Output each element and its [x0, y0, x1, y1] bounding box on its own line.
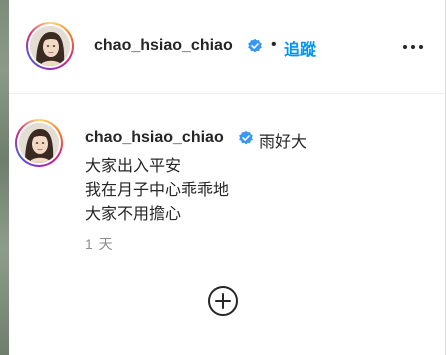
comment-avatar[interactable] [15, 119, 63, 167]
post-header: chao_hsiao_chiao • 追蹤 [9, 0, 445, 94]
avatar-image [30, 26, 70, 66]
plus-circle-icon[interactable] [207, 285, 239, 317]
follow-button[interactable]: 追蹤 [284, 36, 316, 60]
avatar-gap [17, 121, 61, 165]
caption-line: 大家出入平安 [85, 158, 182, 175]
instagram-post-panel: chao_hsiao_chiao • 追蹤 chao_hsiao_chiao 雨… [0, 0, 446, 355]
avatar-portrait [30, 26, 70, 66]
verified-badge-icon [248, 38, 262, 53]
caption-line: 大家不用擔心 [85, 206, 182, 223]
caption-line: 我在月子中心乖乖地 [85, 182, 230, 199]
avatar-image [19, 123, 59, 163]
header-avatar[interactable] [26, 22, 74, 70]
avatar-gap [28, 24, 72, 68]
verified-badge-icon [239, 130, 253, 145]
background-photo-edge [0, 0, 9, 355]
separator-dot: • [271, 36, 277, 53]
comment-username[interactable]: chao_hsiao_chiao [85, 129, 224, 147]
caption-line: 雨好大 [259, 134, 308, 151]
more-options-icon[interactable] [401, 37, 425, 57]
avatar-portrait [19, 123, 59, 163]
timestamp[interactable]: 1 天 [85, 234, 114, 254]
header-username[interactable]: chao_hsiao_chiao [94, 37, 233, 55]
